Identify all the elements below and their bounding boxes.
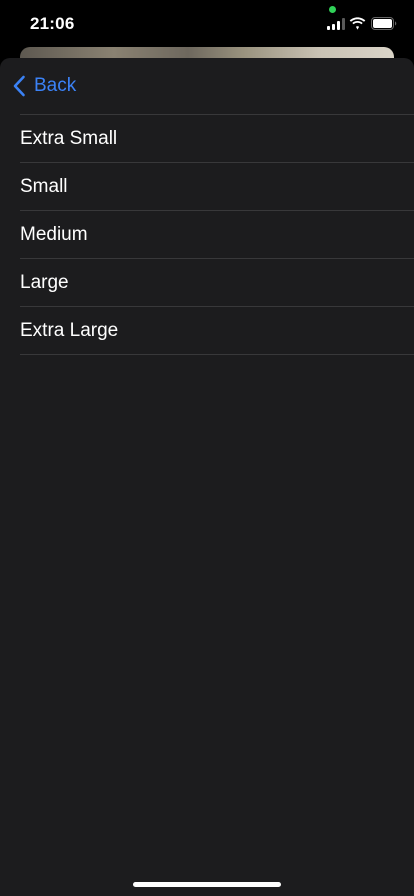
option-extra-large[interactable]: Extra Large [20,306,414,355]
camera-in-use-indicator [329,6,336,13]
option-label: Large [20,271,69,293]
chevron-left-icon [13,75,25,97]
option-label: Extra Large [20,319,119,341]
home-indicator[interactable] [133,882,281,887]
option-extra-small[interactable]: Extra Small [20,114,414,162]
cellular-signal-icon [327,18,345,30]
battery-icon [371,17,397,30]
option-small[interactable]: Small [20,162,414,210]
option-large[interactable]: Large [20,258,414,306]
option-label: Medium [20,223,88,245]
wifi-icon [349,17,366,30]
back-label: Back [34,75,77,96]
size-options-list: Extra Small Small Medium Large Extra Lar… [20,114,414,355]
status-time: 21:06 [30,14,75,33]
option-medium[interactable]: Medium [20,210,414,258]
option-label: Extra Small [20,127,118,149]
option-label: Small [20,175,68,197]
back-button[interactable]: Back [12,74,76,98]
status-bar: 21:06 [0,0,414,48]
